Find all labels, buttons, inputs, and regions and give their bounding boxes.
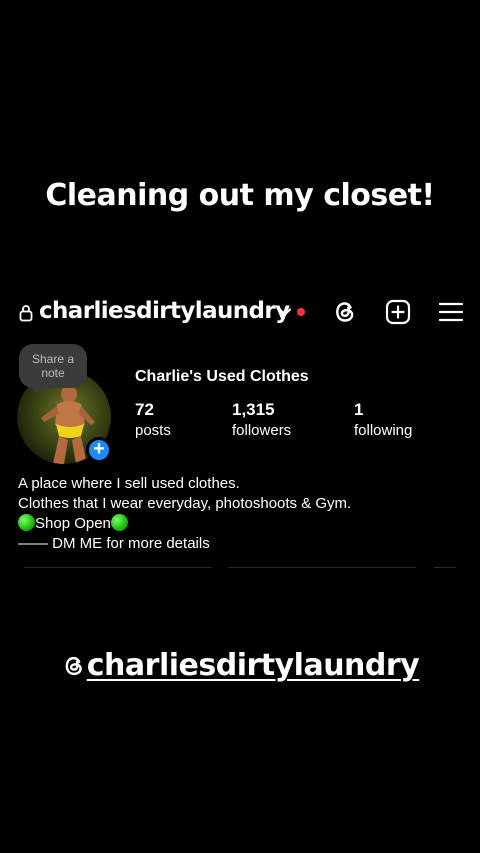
green-circle-icon xyxy=(110,514,128,531)
hamburger-menu-icon[interactable] xyxy=(437,298,465,326)
add-square-icon[interactable] xyxy=(384,298,412,326)
stat-followers[interactable]: 1,315 followers xyxy=(232,400,291,439)
username[interactable]: charliesdirtylaundry xyxy=(39,298,290,324)
display-name: Charlie's Used Clothes xyxy=(135,368,309,385)
green-circle-icon xyxy=(18,514,35,531)
chevron-down-icon[interactable] xyxy=(278,305,292,319)
bio: A place where I sell used clothes. Cloth… xyxy=(18,474,468,554)
bio-line-shop-open: Shop Open xyxy=(18,514,468,534)
notification-dot xyxy=(297,308,305,316)
bio-line: Clothes that I wear everyday, photoshoot… xyxy=(18,495,352,512)
plus-icon: + xyxy=(93,438,105,460)
stat-posts[interactable]: 72 posts xyxy=(135,400,171,439)
add-story-button[interactable]: + xyxy=(86,437,112,463)
posts-count: 72 xyxy=(135,400,154,419)
divider xyxy=(434,567,456,568)
following-label: following xyxy=(354,422,413,439)
following-count: 1 xyxy=(354,400,364,419)
bio-line: —— DM ME for more details xyxy=(18,535,210,552)
mention-handle: charliesdirtylaundry xyxy=(86,648,420,683)
posts-label: posts xyxy=(135,422,171,439)
threads-icon[interactable] xyxy=(331,298,359,326)
followers-label: followers xyxy=(232,422,292,439)
divider xyxy=(24,567,212,568)
profile-header: charliesdirtylaundry xyxy=(0,294,480,332)
threads-icon xyxy=(65,656,82,676)
stat-following[interactable]: 1 following xyxy=(354,400,412,439)
bio-line: A place where I sell used clothes. xyxy=(18,475,240,492)
shop-open-text: Shop Open xyxy=(35,515,111,532)
story-mention-sticker[interactable]: charliesdirtylaundry xyxy=(0,648,480,683)
share-note-bubble[interactable]: Share a note xyxy=(19,344,87,393)
followers-count: 1,315 xyxy=(232,400,275,419)
story-title: Cleaning out my closet! xyxy=(45,178,435,213)
divider xyxy=(228,567,416,568)
lock-icon xyxy=(19,305,33,322)
